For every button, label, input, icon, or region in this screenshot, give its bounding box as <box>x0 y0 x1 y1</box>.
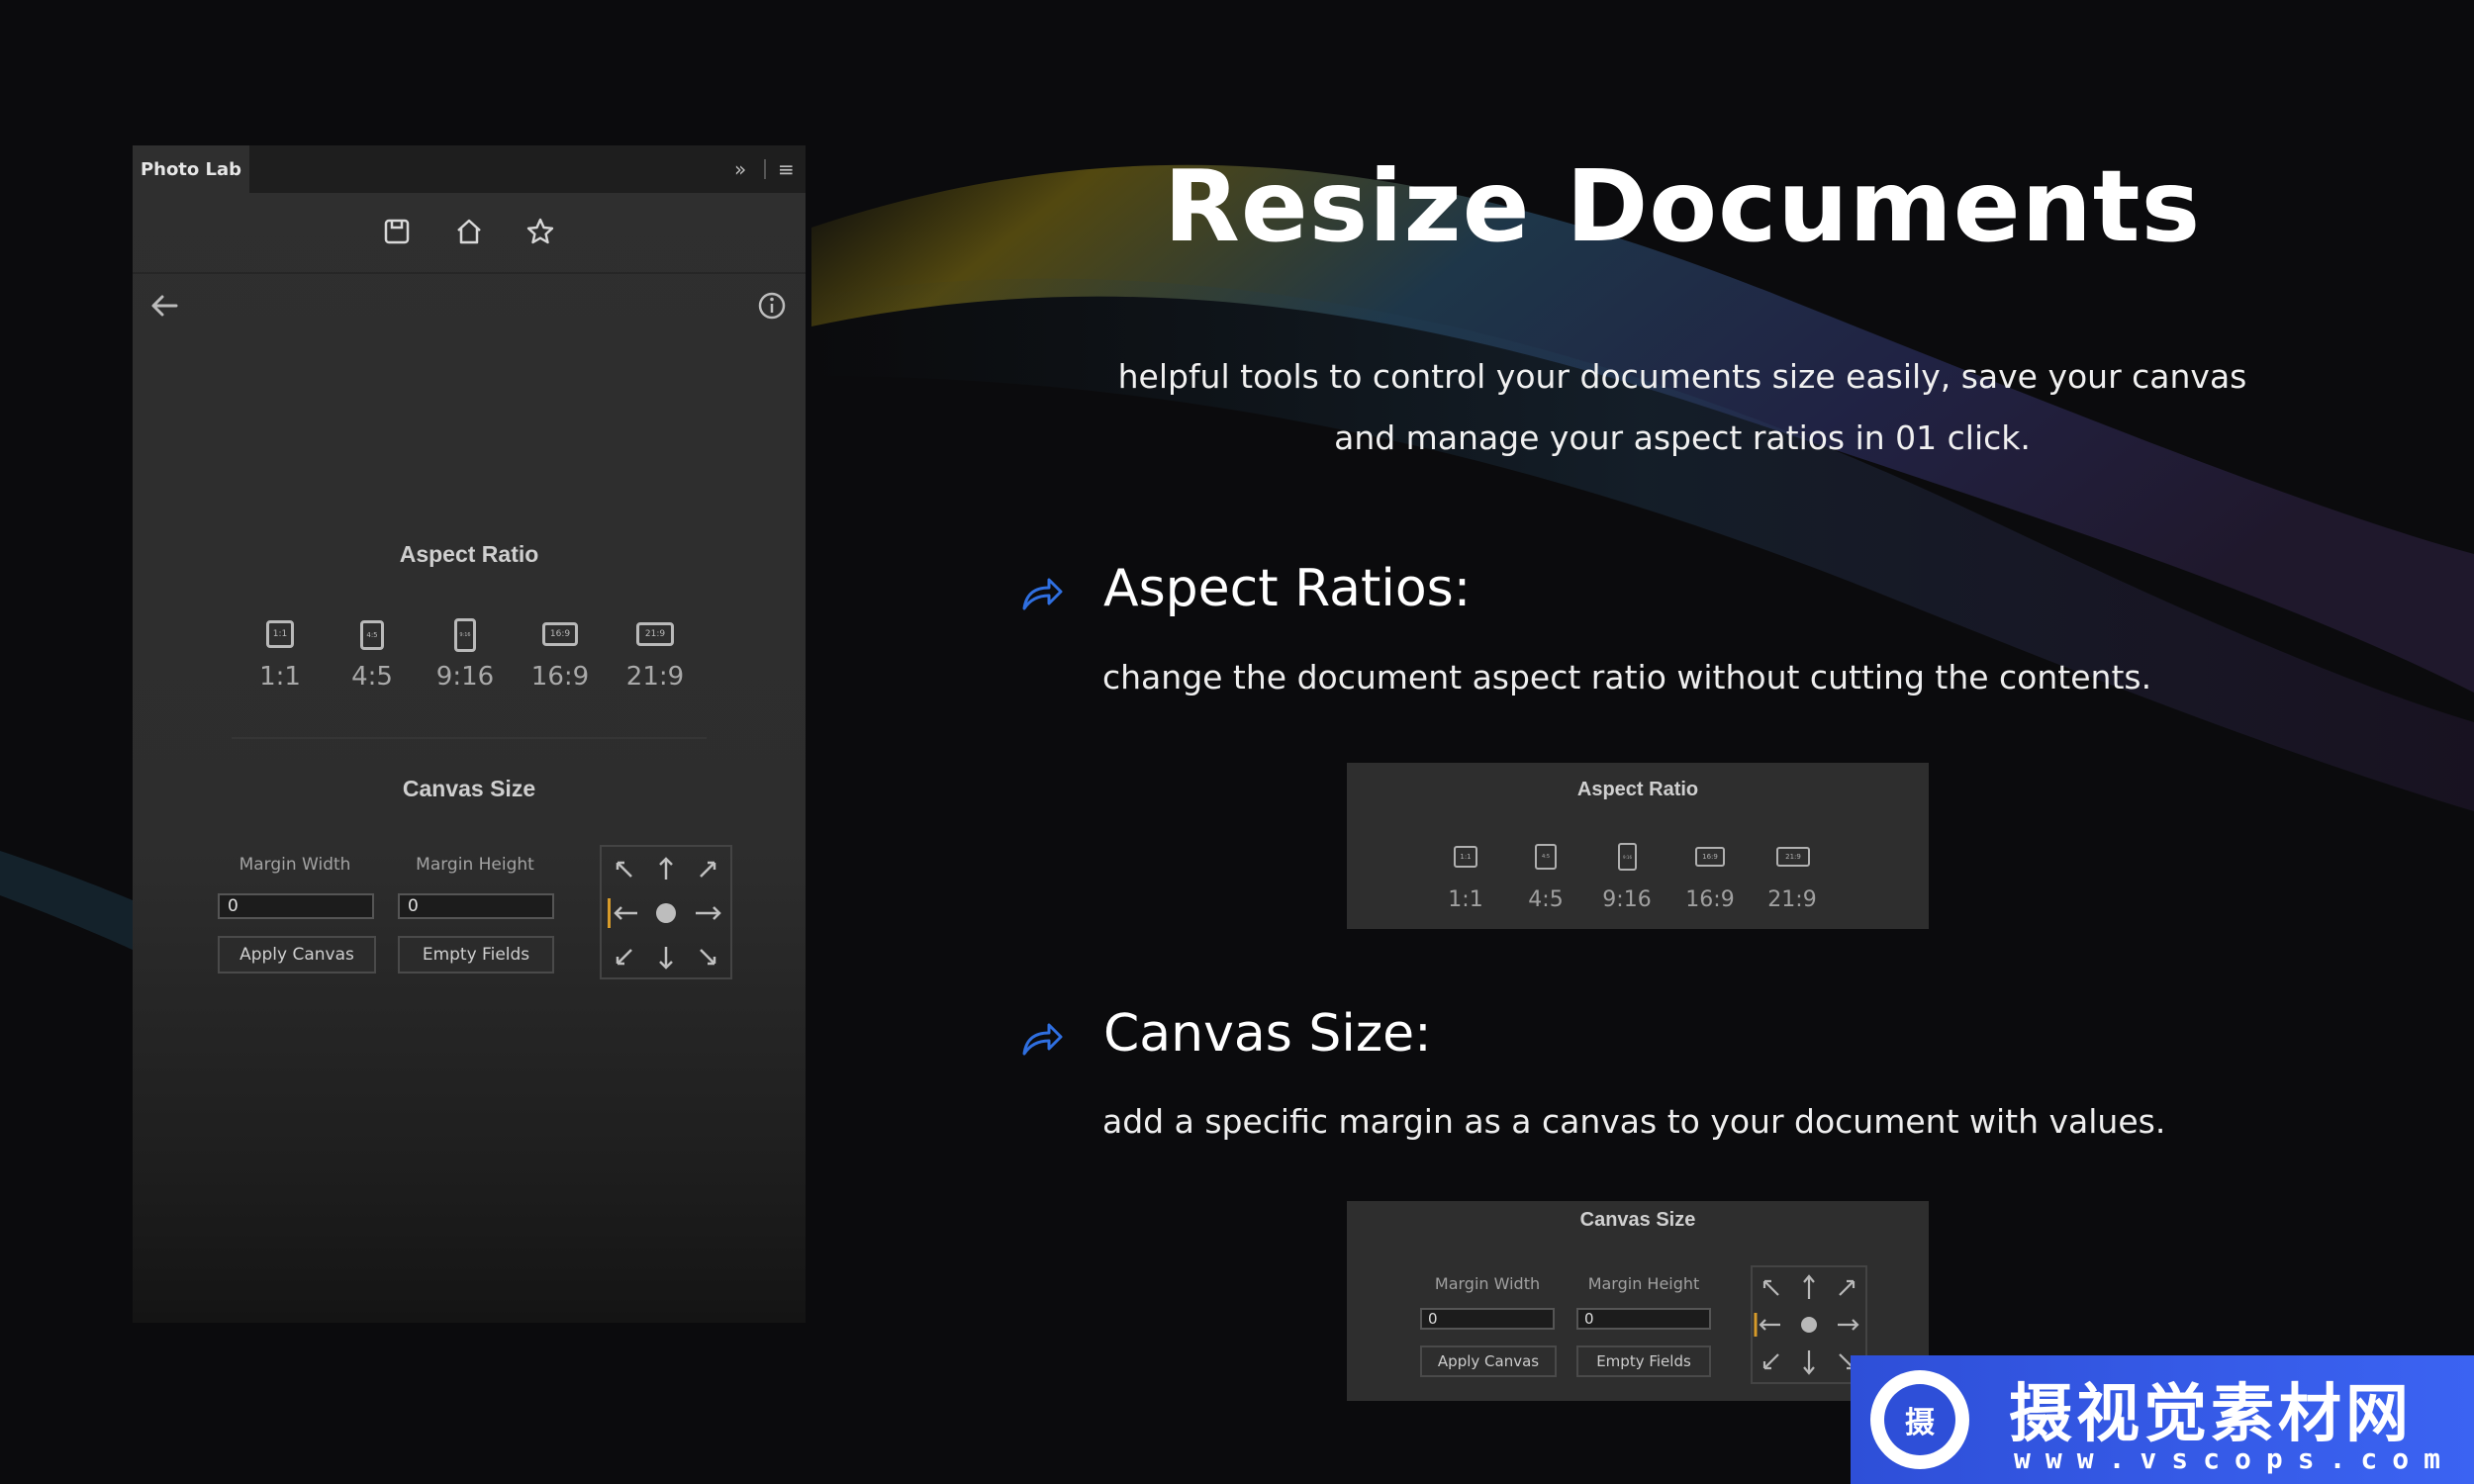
preview-ratio-4-5-icon: 4:5 <box>1535 844 1557 870</box>
photo-lab-panel: Photo Lab » ≡ Aspect Ratio 1:1 1:1 4:5 4… <box>133 145 806 1323</box>
preview-margin-height-label: Margin Height <box>1587 1274 1700 1293</box>
apply-canvas-button[interactable]: Apply Canvas <box>218 936 376 974</box>
aspect-ratio-16-9-button[interactable]: 16:9 16:9 <box>521 622 600 692</box>
watermark-logo: 摄 <box>1870 1370 1969 1469</box>
anchor-top-right-icon[interactable] <box>693 855 722 884</box>
preview-apply-canvas-button: Apply Canvas <box>1420 1345 1557 1377</box>
aspect-ratio-4-5-button[interactable]: 4:5 4:5 <box>333 620 412 692</box>
arrow-left-icon[interactable] <box>148 290 180 322</box>
canvas-anchor-grid <box>600 845 732 979</box>
ratio-1-1-icon: 1:1 <box>266 620 294 648</box>
margin-height-label: Margin Height <box>416 855 534 875</box>
preview-ratio-label: 4:5 <box>1528 887 1564 912</box>
ratio-label: 4:5 <box>351 662 393 692</box>
anchor-bottom-icon[interactable] <box>651 942 681 972</box>
margin-width-label: Margin Width <box>238 855 351 875</box>
share-arrow-icon <box>1022 578 1063 610</box>
anchor-center-dot-icon[interactable] <box>651 898 681 928</box>
section-divider <box>232 737 707 739</box>
preview-ratio-21-9-icon: 21:9 <box>1776 847 1810 867</box>
watermark-url: www.vscops.com <box>2014 1442 2456 1475</box>
panel-tab-bar: Photo Lab » ≡ <box>133 145 806 193</box>
hero-subtitle-line-1: helpful tools to control your documents … <box>1117 357 2247 396</box>
ratio-label: 9:16 <box>435 662 495 692</box>
ratio-label: 16:9 <box>530 662 590 692</box>
preview-empty-fields-button: Empty Fields <box>1576 1345 1711 1377</box>
feature-desc-aspect-ratios: change the document aspect ratio without… <box>1102 658 2152 696</box>
anchor-top-icon[interactable] <box>651 855 681 884</box>
panel-menu-icon[interactable]: ≡ <box>778 153 795 185</box>
aspect-ratio-1-1-button[interactable]: 1:1 1:1 <box>240 620 320 692</box>
anchor-left-cell[interactable] <box>608 898 641 928</box>
ratio-label: 1:1 <box>259 662 301 692</box>
empty-fields-button[interactable]: Empty Fields <box>398 936 554 974</box>
anchor-left-icon <box>613 906 637 920</box>
watermark-name: 摄视觉素材网 <box>2009 1378 2413 1451</box>
preview-ratio-16-9-icon: 16:9 <box>1695 847 1725 867</box>
ratio-4-5-icon: 4:5 <box>360 620 384 650</box>
preview-canvas-size-title: Canvas Size <box>1579 1209 1696 1231</box>
margin-height-input[interactable] <box>398 893 554 919</box>
preview-ratio-label: 1:1 <box>1448 887 1483 912</box>
preview-ratio-label: 16:9 <box>1685 887 1735 912</box>
share-arrow-icon <box>1022 1023 1063 1056</box>
collapse-panel-icon[interactable]: » <box>734 153 746 185</box>
canvas-size-preview: Canvas Size Margin Width Margin Height 0… <box>1347 1201 1929 1401</box>
preview-ratio-9-16-icon: 9:16 <box>1618 843 1637 871</box>
ratio-9-16-icon: 9:16 <box>454 618 476 652</box>
watermark-banner: 摄 摄视觉素材网 www.vscops.com <box>1851 1355 2474 1484</box>
anchor-bottom-right-icon[interactable] <box>693 942 722 972</box>
anchor-bottom-left-icon[interactable] <box>610 942 639 972</box>
canvas-size-title: Canvas Size <box>402 776 536 801</box>
anchor-top-left-icon[interactable] <box>610 855 639 884</box>
panel-tab-photo-lab[interactable]: Photo Lab <box>133 145 249 193</box>
info-icon[interactable] <box>756 290 788 322</box>
save-icon[interactable] <box>382 217 412 246</box>
aspect-ratio-9-16-button[interactable]: 9:16 9:16 <box>426 618 505 692</box>
preview-margin-height-input: 0 <box>1576 1308 1711 1330</box>
feature-title-canvas-size: Canvas Size: <box>1103 1004 1432 1064</box>
margin-width-input[interactable] <box>218 893 374 919</box>
aspect-ratio-title: Aspect Ratio <box>399 541 539 567</box>
preview-ratio-label: 9:16 <box>1602 887 1652 912</box>
aspect-ratio-preview: Aspect Ratio 1:1 4:5 9:16 16:9 21:9 1:1 … <box>1347 763 1929 929</box>
hero-subtitle-line-2: and manage your aspect ratios in 01 clic… <box>1334 418 2031 457</box>
hero-subtitle: helpful tools to control your documents … <box>1049 346 2316 469</box>
preview-aspect-ratio-title: Aspect Ratio <box>1576 779 1699 800</box>
hero-title: Resize Documents <box>1163 148 2202 264</box>
panel-toolbar <box>133 193 806 274</box>
aspect-ratio-21-9-button[interactable]: 21:9 21:9 <box>616 622 695 692</box>
tab-divider <box>764 159 766 179</box>
feature-desc-canvas-size: add a specific margin as a canvas to you… <box>1102 1102 2166 1141</box>
feature-title-aspect-ratios: Aspect Ratios: <box>1103 559 1472 618</box>
preview-ratio-label: 21:9 <box>1767 887 1817 912</box>
star-icon[interactable] <box>525 217 555 246</box>
preview-ratio-1-1-icon: 1:1 <box>1454 846 1477 868</box>
preview-margin-width-label: Margin Width <box>1434 1274 1541 1293</box>
ratio-16-9-icon: 16:9 <box>542 622 578 646</box>
ratio-label: 21:9 <box>625 662 685 692</box>
home-icon[interactable] <box>454 217 484 246</box>
anchor-right-icon[interactable] <box>693 898 722 928</box>
preview-margin-width-input: 0 <box>1420 1308 1555 1330</box>
ratio-21-9-icon: 21:9 <box>636 622 674 646</box>
watermark-logo-char: 摄 <box>1884 1384 1955 1455</box>
